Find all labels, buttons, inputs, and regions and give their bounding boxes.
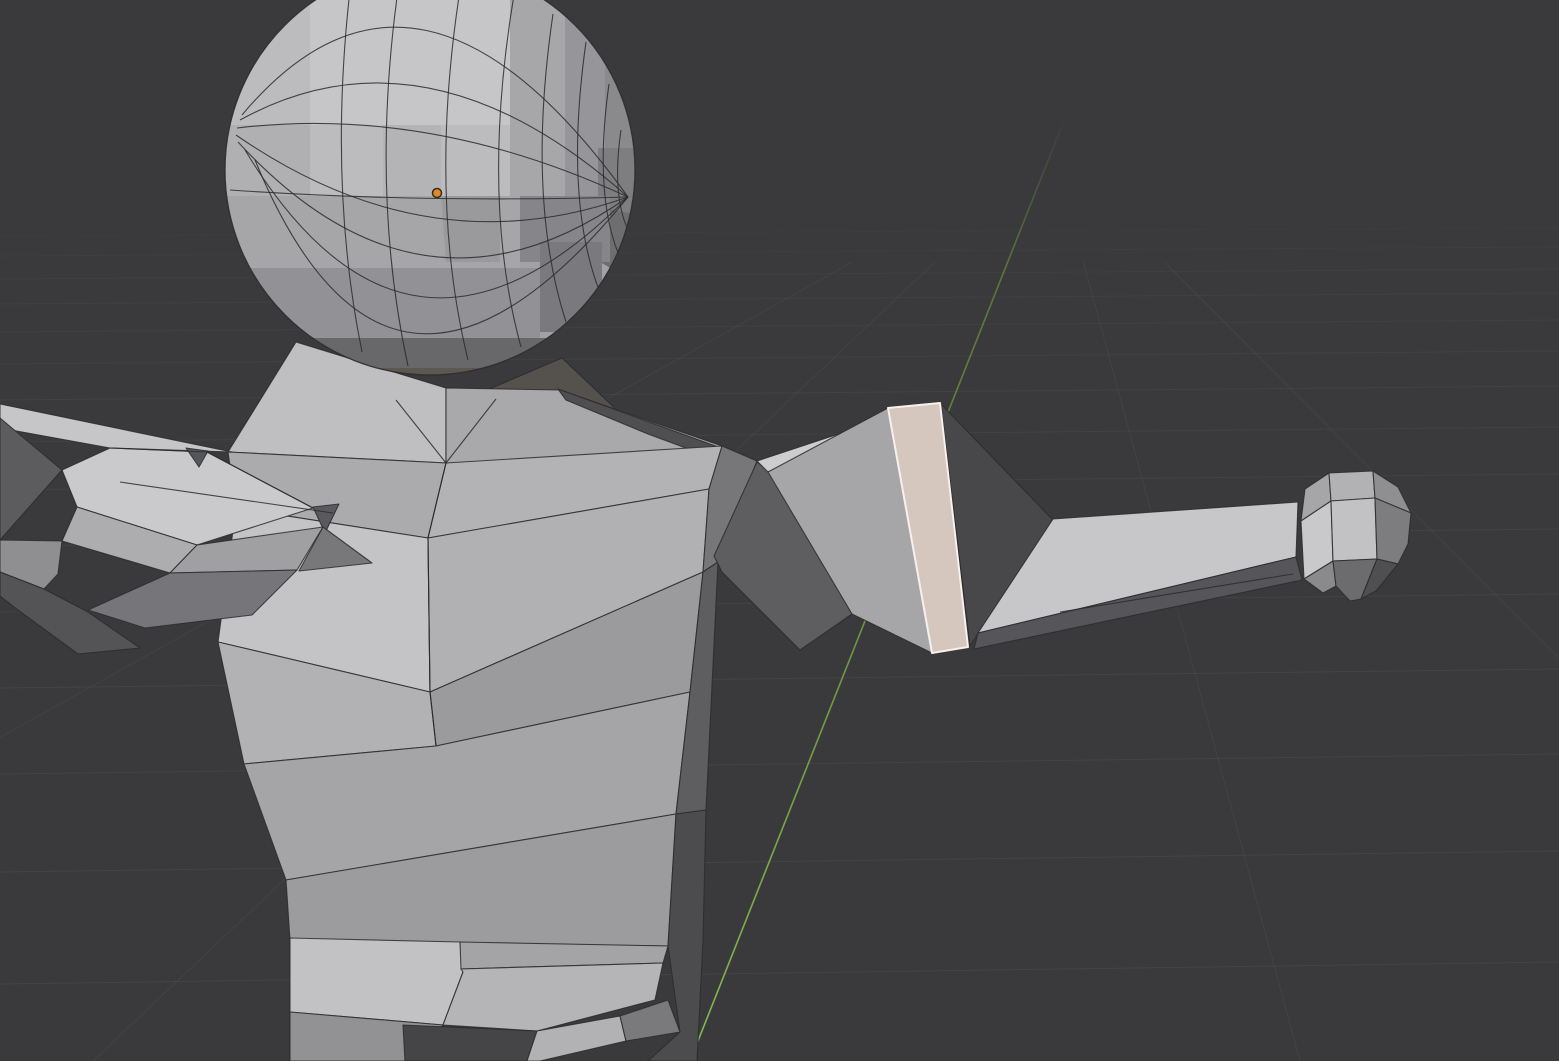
blender-3d-viewport[interactable] (0, 0, 1559, 1061)
leg-gap-dark[interactable] (403, 1025, 537, 1061)
fist-top-mid[interactable] (1329, 471, 1375, 501)
head-shade-facet (383, 125, 441, 196)
viewport-canvas[interactable] (0, 0, 1559, 1061)
hip-left-light[interactable] (290, 938, 463, 1025)
torso-group[interactable] (218, 342, 757, 1061)
head-shade-facet (510, 0, 565, 196)
object-origin-dot[interactable] (433, 189, 442, 198)
fist-front-mid[interactable] (1331, 498, 1377, 561)
head-shade-facet (310, 0, 512, 125)
